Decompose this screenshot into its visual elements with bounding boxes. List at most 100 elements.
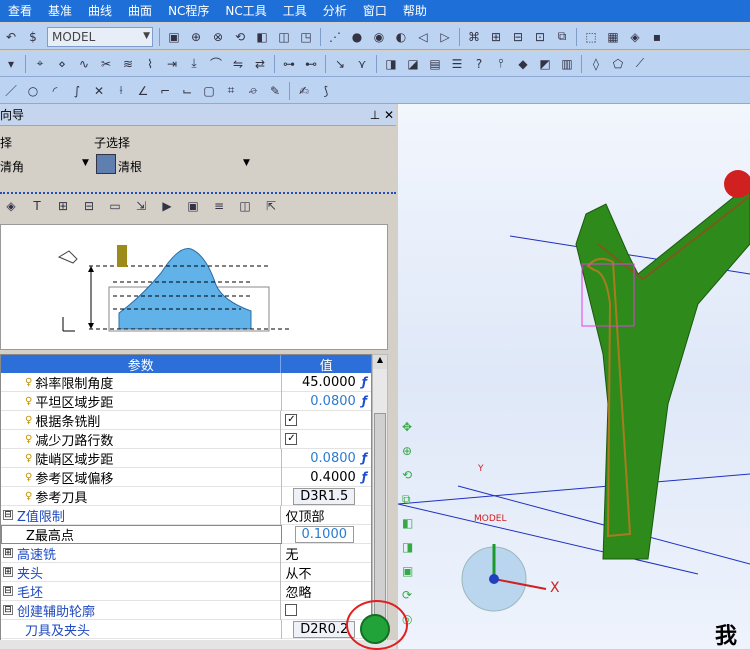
clip-icon[interactable]: ⊷: [301, 54, 321, 74]
group-value-cell[interactable]: 仅顶部: [281, 506, 371, 525]
properties-icon[interactable]: ≡: [209, 196, 229, 216]
coord-icon[interactable]: ⌗: [221, 81, 241, 101]
tree-icon[interactable]: ⊡: [530, 27, 550, 47]
formula-icon[interactable]: ƒ: [362, 451, 367, 465]
swap-icon[interactable]: ⇄: [250, 54, 270, 74]
pan-icon[interactable]: ✥: [402, 420, 420, 438]
menu-help[interactable]: 帮助: [395, 0, 435, 22]
chevron-down-icon[interactable]: ▼: [243, 158, 250, 168]
group-row[interactable]: ⊟ Z值限制 仅顶部: [1, 505, 371, 525]
table-icon[interactable]: ▤: [425, 54, 445, 74]
expand-icon[interactable]: ⊞: [3, 548, 13, 558]
expand-icon[interactable]: ⊞: [3, 567, 13, 577]
tool-select[interactable]: D3R1.5: [293, 487, 356, 505]
render-icon[interactable]: ◧: [402, 516, 420, 534]
select-icon[interactable]: ⬚: [581, 27, 601, 47]
graphics-view[interactable]: X Y MODEL: [398, 104, 750, 649]
frame-icon[interactable]: ▢: [199, 81, 219, 101]
line-icon[interactable]: ／: [1, 81, 21, 101]
collapse-icon[interactable]: ⊟: [3, 510, 13, 520]
angle-icon[interactable]: ∠: [133, 81, 153, 101]
paint-icon[interactable]: ◈: [625, 27, 645, 47]
group-row[interactable]: ⊟ 毛坯 忽略: [1, 581, 371, 601]
rotate-icon[interactable]: ⟲: [402, 468, 420, 486]
model-combo[interactable]: MODEL ▼: [47, 26, 153, 47]
subselect-value[interactable]: 清根: [118, 158, 142, 175]
menu-window[interactable]: 窗口: [355, 0, 395, 22]
forward-icon[interactable]: ▷: [435, 27, 455, 47]
back-icon[interactable]: ◁: [413, 27, 433, 47]
orient-icon[interactable]: ⟳: [402, 588, 420, 606]
direction-icon[interactable]: ↘: [330, 54, 350, 74]
group-row[interactable]: ⊟ 创建辅助轮廓: [1, 600, 371, 620]
point-icon[interactable]: ⋄: [52, 54, 72, 74]
zoom-icon[interactable]: ⊕: [186, 27, 206, 47]
attach-icon[interactable]: ⊶: [279, 54, 299, 74]
menu-datum[interactable]: 基准: [40, 0, 80, 22]
extend-icon[interactable]: ⇥: [162, 54, 182, 74]
chart-icon[interactable]: ▥: [557, 54, 577, 74]
list-icon[interactable]: ☰: [447, 54, 467, 74]
erase-icon[interactable]: ◈: [1, 196, 21, 216]
menu-nc-program[interactable]: NC程序: [160, 0, 217, 22]
pin-icon[interactable]: ⊥: [368, 108, 382, 122]
shaded-view-icon[interactable]: ◧: [252, 27, 272, 47]
sketch-icon[interactable]: ⌖: [30, 54, 50, 74]
menu-tools[interactable]: 工具: [275, 0, 315, 22]
surface-icon[interactable]: ◊: [586, 54, 606, 74]
undo-icon[interactable]: ↶: [1, 27, 21, 47]
param-value-cell[interactable]: 45.0000 ƒ: [282, 373, 372, 392]
param-value-cell[interactable]: 0.0800 ƒ: [282, 449, 372, 468]
table-row[interactable]: ♀ 陡峭区域步距 0.0800 ƒ: [1, 448, 372, 468]
curve-icon[interactable]: ∿: [74, 54, 94, 74]
param-value-cell[interactable]: ✓: [281, 411, 371, 430]
formula-icon[interactable]: ƒ: [362, 394, 367, 408]
analysis-icon[interactable]: ⊟: [508, 27, 528, 47]
rotate-icon[interactable]: ⟲: [230, 27, 250, 47]
ok-button[interactable]: [360, 614, 390, 644]
project-icon[interactable]: ⤓: [184, 54, 204, 74]
formula-icon[interactable]: ƒ: [362, 470, 367, 484]
chamfer-icon[interactable]: ⌮: [243, 81, 263, 101]
layer-icon[interactable]: ⧉: [402, 492, 420, 510]
horizontal-scrollbar[interactable]: [0, 640, 396, 649]
zoom-icon[interactable]: ⊕: [402, 444, 420, 462]
import-icon[interactable]: ⇲: [131, 196, 151, 216]
box-icon[interactable]: ◩: [535, 54, 555, 74]
table-row[interactable]: ♀ 参考刀具 D3R1.5: [1, 486, 371, 506]
formula-icon[interactable]: ƒ: [362, 375, 367, 389]
menu-surface[interactable]: 曲面: [120, 0, 160, 22]
select-value[interactable]: 清角: [0, 158, 24, 175]
checkbox[interactable]: ✓: [285, 433, 298, 445]
filter-icon[interactable]: ⋎: [352, 54, 372, 74]
menu-curve[interactable]: 曲线: [80, 0, 120, 22]
shade-icon[interactable]: ◨: [402, 540, 420, 558]
nc-template-icon[interactable]: ◪: [403, 54, 423, 74]
tool-icon[interactable]: ⫯: [491, 54, 511, 74]
value-column-header[interactable]: 值: [281, 355, 371, 374]
help-icon[interactable]: ?: [469, 54, 489, 74]
light-icon[interactable]: ●: [347, 27, 367, 47]
table-row[interactable]: ♀ 斜率限制角度 45.0000 ƒ: [1, 372, 372, 392]
grid-icon[interactable]: ▦: [603, 27, 623, 47]
checkbox[interactable]: ✓: [285, 414, 298, 426]
solid-icon[interactable]: ⬠: [608, 54, 628, 74]
zoom-window-icon[interactable]: ⊗: [208, 27, 228, 47]
menu-analysis[interactable]: 分析: [315, 0, 355, 22]
edge-icon[interactable]: ⟋: [630, 54, 650, 74]
param-value-cell[interactable]: ✓: [281, 430, 371, 449]
close-icon[interactable]: ✕: [382, 108, 396, 122]
table-row[interactable]: ♀ 根据条铣削 ✓: [1, 410, 371, 430]
param-value-cell[interactable]: 0.0800 ƒ: [282, 392, 372, 411]
break-icon[interactable]: ⟊: [111, 81, 131, 101]
scroll-up-icon[interactable]: ▲: [373, 355, 387, 369]
table-row[interactable]: ♀ 平坦区域步距 0.0800 ƒ: [1, 391, 372, 411]
nc-wizard-icon[interactable]: ◨: [381, 54, 401, 74]
corner-icon[interactable]: ⌐: [155, 81, 175, 101]
redo-icon[interactable]: $: [23, 27, 43, 47]
fit-icon[interactable]: ▣: [402, 564, 420, 582]
fit-view-icon[interactable]: ▣: [164, 27, 184, 47]
more-icon[interactable]: ▪: [647, 27, 667, 47]
display-style-icon[interactable]: ◫: [274, 27, 294, 47]
group-row[interactable]: 刀具及夹头 D2R0.2: [1, 619, 371, 639]
